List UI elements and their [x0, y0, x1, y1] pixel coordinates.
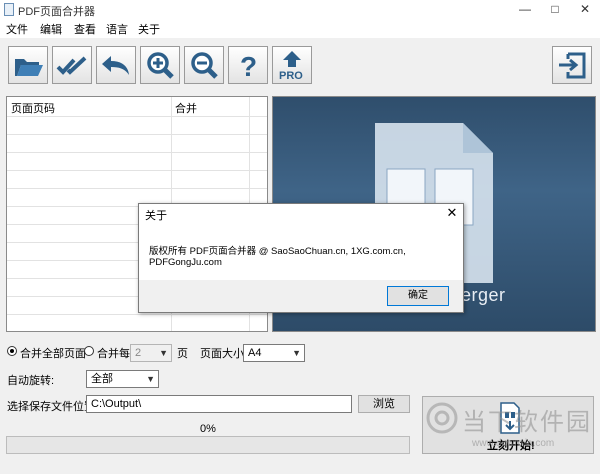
check-all-icon — [56, 56, 87, 75]
column-header-merge[interactable]: 合并 — [175, 100, 197, 116]
dialog-message: 版权所有 PDF页面合并器 @ SaoSaoChuan.cn, 1XG.com.… — [149, 246, 406, 268]
row-divider — [7, 134, 267, 135]
zoom-in-icon — [147, 52, 174, 79]
merge-every-select[interactable]: 2 ▼ — [130, 344, 172, 362]
window-title: PDF页面合并器 — [18, 6, 95, 18]
exit-icon — [559, 52, 586, 79]
merge-every-radio[interactable] — [84, 346, 94, 356]
row-divider — [7, 188, 267, 189]
watermark-text: 当下软件园 — [462, 409, 592, 436]
maximize-button[interactable]: □ — [540, 0, 570, 20]
app-icon — [4, 3, 14, 16]
row-divider — [7, 116, 267, 117]
chevron-down-icon: ▼ — [292, 348, 301, 358]
browse-button[interactable]: 浏览 — [358, 395, 410, 413]
progress-text: 0% — [200, 423, 216, 435]
open-button[interactable] — [8, 46, 48, 84]
chevron-down-icon: ▼ — [159, 348, 168, 358]
merge-every-label: 合并每 — [97, 348, 130, 360]
watermark-logo-icon — [426, 402, 458, 434]
progress-bar — [6, 436, 410, 454]
chevron-down-icon: ▼ — [146, 374, 155, 384]
svg-text:PRO: PRO — [279, 70, 303, 80]
auto-rotate-value: 全部 — [91, 373, 113, 385]
merge-all-radio[interactable] — [7, 346, 17, 356]
close-button[interactable]: ✕ — [570, 0, 600, 20]
menu-language[interactable]: 语言 — [106, 21, 128, 37]
help-icon: ? — [240, 51, 257, 80]
dialog-title: 关于 — [145, 210, 167, 222]
ok-button[interactable]: 确定 — [387, 286, 449, 306]
watermark-url: www.downxia.com — [472, 438, 555, 449]
help-button[interactable]: ? — [228, 46, 268, 84]
page-size-select[interactable]: A4 ▼ — [243, 344, 305, 362]
dialog-title-bar: 关于 ✕ — [139, 204, 463, 222]
menu-about[interactable]: 关于 — [138, 21, 160, 37]
merge-every-value: 2 — [135, 347, 142, 359]
merge-all-label: 合并全部页面 — [20, 348, 86, 360]
auto-rotate-label: 自动旋转: — [7, 375, 55, 387]
dialog-body: 版权所有 PDF页面合并器 @ SaoSaoChuan.cn, 1XG.com.… — [139, 222, 463, 280]
minimize-button[interactable]: — — [510, 0, 540, 20]
column-header-page-number[interactable]: 页面页码 — [11, 100, 55, 116]
row-divider — [7, 170, 267, 171]
preview-label: erger — [461, 285, 506, 305]
undo-button[interactable] — [96, 46, 136, 84]
page-size-value: A4 — [248, 347, 262, 359]
pro-upgrade-icon: PRO — [279, 51, 303, 80]
open-folder-icon — [15, 59, 43, 76]
save-location-input[interactable]: C:\Output\ — [86, 395, 352, 413]
title-bar: PDF页面合并器 — □ ✕ — [0, 0, 600, 20]
about-dialog: 关于 ✕ 版权所有 PDF页面合并器 @ SaoSaoChuan.cn, 1XG… — [138, 203, 464, 313]
watermark: 当下软件园 www.downxia.com — [424, 396, 600, 474]
menu-file[interactable]: 文件 — [6, 21, 28, 37]
pro-upgrade-button[interactable]: PRO — [272, 46, 312, 84]
zoom-out-icon — [191, 52, 218, 79]
svg-text:?: ? — [240, 51, 257, 80]
zoom-out-button[interactable] — [184, 46, 224, 84]
auto-rotate-select[interactable]: 全部 ▼ — [86, 370, 159, 388]
zoom-in-button[interactable] — [140, 46, 180, 84]
menu-view[interactable]: 查看 — [74, 21, 96, 37]
row-divider — [7, 152, 267, 153]
page-unit-label: 页 — [177, 348, 188, 360]
dialog-close-icon[interactable]: ✕ — [441, 204, 463, 222]
select-all-button[interactable] — [52, 46, 92, 84]
row-divider — [7, 314, 267, 315]
exit-button[interactable] — [552, 46, 592, 84]
menu-bar: 文件 编辑 查看 语言 关于 — [0, 20, 600, 38]
save-location-label: 选择保存文件位置 — [7, 401, 95, 413]
reply-all-icon — [102, 56, 129, 75]
page-size-label: 页面大小: — [200, 348, 248, 360]
menu-edit[interactable]: 编辑 — [40, 21, 62, 37]
